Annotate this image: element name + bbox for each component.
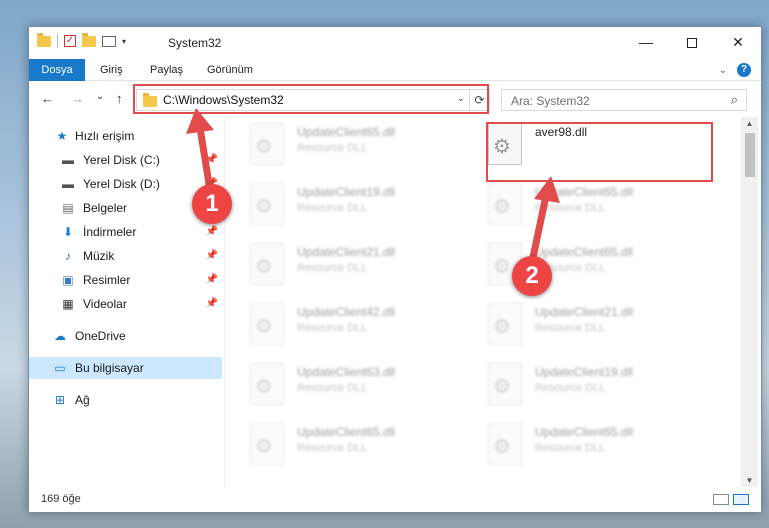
step-badge-2: 2 (512, 256, 552, 296)
arrow-1 (186, 108, 214, 194)
arrow-2 (528, 176, 560, 266)
step-badge-1: 1 (192, 184, 232, 224)
annotation-arrows (186, 108, 560, 266)
